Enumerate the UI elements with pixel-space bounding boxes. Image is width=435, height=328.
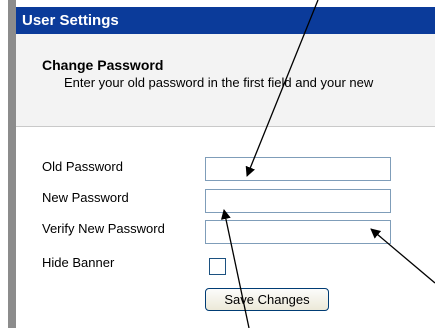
section-title: Change Password — [42, 57, 164, 73]
save-changes-button[interactable]: Save Changes — [205, 288, 329, 311]
verify-password-field[interactable] — [205, 220, 391, 244]
hide-banner-checkbox[interactable] — [209, 258, 226, 275]
window-frame: User Settings Change Password Enter your… — [0, 0, 435, 328]
old-password-field[interactable] — [205, 157, 391, 181]
left-border-bar — [8, 0, 16, 328]
new-password-field[interactable] — [205, 189, 391, 213]
section-description: Enter your old password in the first fie… — [64, 75, 374, 90]
old-password-label: Old Password — [42, 159, 123, 174]
password-form: Old Password New Password Verify New Pas… — [16, 127, 435, 328]
window-title: User Settings — [22, 12, 119, 29]
window-title-bar: User Settings — [16, 7, 435, 34]
new-password-label: New Password — [42, 190, 129, 205]
hide-banner-label: Hide Banner — [42, 255, 115, 270]
change-password-header-panel: Change Password Enter your old password … — [16, 34, 435, 127]
verify-password-label: Verify New Password — [42, 221, 165, 236]
